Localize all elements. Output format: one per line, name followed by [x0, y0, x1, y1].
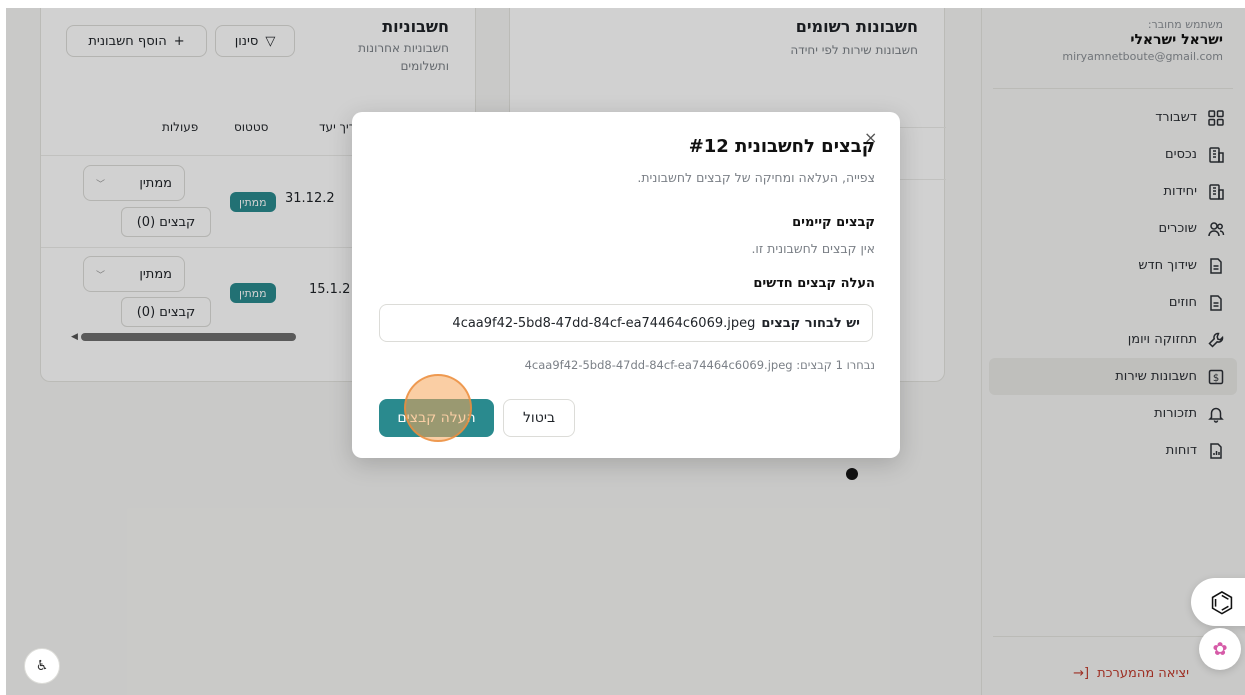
- cancel-button[interactable]: ביטול: [503, 399, 575, 437]
- app-frame: חשבוניות חשבוניות אחרונות ותשלומים ▽ סינ…: [6, 8, 1245, 695]
- brain-assistant-button[interactable]: ✿: [1199, 628, 1241, 670]
- file-picker-input[interactable]: יש לבחור קבצים 4caa9f42-5bd8-47dd-84cf-e…: [379, 304, 873, 342]
- openai-icon: ⌬: [1209, 585, 1235, 619]
- brain-icon: ✿: [1212, 638, 1228, 660]
- dialog-description: צפייה, העלאה ומחיקה של קבצים לחשבונית.: [637, 170, 875, 185]
- existing-files-empty: אין קבצים לחשבונית זו.: [751, 241, 875, 256]
- chosen-file-name: 4caa9f42-5bd8-47dd-84cf-ea74464c6069.jpe…: [452, 315, 756, 331]
- dialog-title: קבצים לחשבונית #12: [688, 136, 875, 157]
- choose-files-button[interactable]: יש לבחור קבצים: [761, 316, 860, 331]
- ai-assistant-button[interactable]: ⌬: [1191, 578, 1245, 626]
- accessibility-icon: ♿: [35, 658, 49, 674]
- accessibility-button[interactable]: ♿: [24, 648, 60, 684]
- cursor-dot: [846, 468, 858, 480]
- upload-files-title: העלה קבצים חדשים: [753, 276, 875, 291]
- click-indicator: [404, 374, 472, 442]
- selected-files-summary: נבחרו 1 קבצים: 4caa9f42-5bd8-47dd-84cf-e…: [524, 358, 875, 372]
- existing-files-title: קבצים קיימים: [792, 215, 875, 230]
